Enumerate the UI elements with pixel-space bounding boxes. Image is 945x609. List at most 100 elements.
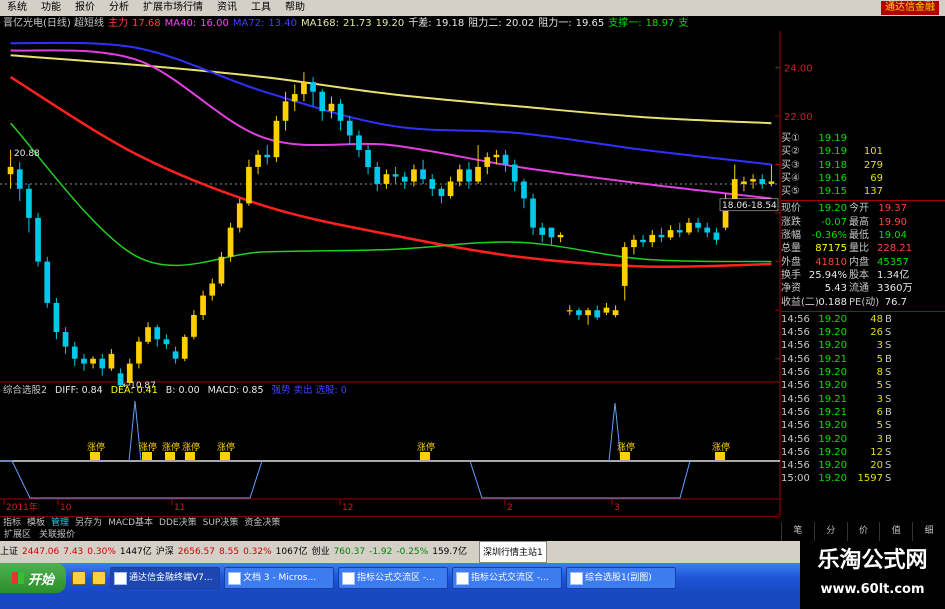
taskbar-bottom [0, 593, 800, 609]
stat-label: 现价 [781, 203, 801, 215]
tick-row: 14:56 19.20 48 B [781, 313, 945, 326]
tick-price: 19.20 [818, 327, 847, 339]
indicator-tab[interactable]: 管理 [48, 517, 72, 529]
stat-row: 净资 5.43 流通 3360万 [781, 282, 945, 295]
stat-row: 现价 19.20 今开 19.37 [781, 202, 945, 215]
taskbar-button[interactable]: 综合选股1(副图) [566, 567, 676, 589]
tick-volume: 5 [876, 380, 883, 392]
tick-time: 14:56 [781, 406, 810, 418]
stat-value: 87175 [815, 243, 847, 255]
extension-tab[interactable]: 扩展区 [0, 529, 35, 541]
indicator-tab[interactable]: 另存为 [72, 517, 105, 529]
candle [310, 82, 316, 92]
indicator-tab[interactable]: 资金决策 [241, 517, 283, 529]
taskbar-button[interactable]: 指标公式交流区 -... [338, 567, 448, 589]
stat-value: 5.43 [824, 283, 847, 295]
quick-launch-icon[interactable] [72, 571, 86, 585]
info-value: 13.40 [268, 18, 298, 29]
candle [319, 91, 326, 112]
indicator-tab[interactable]: DDE决策 [156, 517, 200, 529]
menu-item[interactable]: 分析 [102, 0, 136, 16]
menu-item[interactable]: 资讯 [210, 0, 244, 16]
menu-item[interactable]: 系统 [0, 0, 34, 16]
limit-up-label: 涨停 [162, 441, 180, 453]
stat-label: 最高 [849, 216, 869, 228]
stat-row: 收益(二) 0.188 PE(动) 76.7 [781, 296, 945, 309]
tick-side: S [885, 393, 892, 405]
info-value: MA72: [232, 18, 265, 29]
side-tab[interactable]: 细 [912, 522, 945, 541]
menu-item[interactable]: 报价 [68, 0, 102, 16]
tick-price: 19.21 [818, 393, 847, 405]
candle [401, 176, 408, 182]
candle [475, 166, 481, 182]
limit-up-label: 涨停 [87, 441, 105, 453]
limit-up-label: 涨停 [182, 441, 200, 453]
candle [713, 232, 720, 240]
indicator-value: 综合选股2 [3, 384, 47, 396]
side-tab[interactable]: 价 [846, 522, 880, 541]
tick-side: B [885, 433, 892, 445]
candle [209, 283, 216, 296]
candle [172, 351, 179, 359]
tick-side: S [885, 460, 892, 472]
candle [456, 169, 463, 182]
menu-item[interactable]: 工具 [244, 0, 278, 16]
indicator-tab[interactable]: 模板 [24, 517, 48, 529]
limit-up-label: 涨停 [712, 441, 730, 453]
tick-row: 14:56 19.20 3 B [781, 433, 945, 446]
limit-up-marker [185, 452, 195, 460]
candle [90, 358, 96, 364]
stat-row: 外盘 41810 内盘 45357 [781, 256, 945, 269]
tick-price: 19.21 [818, 353, 847, 365]
candle [585, 310, 591, 316]
bid-price: 19.18 [818, 159, 847, 171]
stat-value: 1.34亿 [877, 269, 910, 281]
stat-label: 最低 [849, 230, 869, 242]
stat-value: 41810 [815, 256, 847, 268]
candle [126, 363, 133, 383]
stat-value: 45357 [877, 256, 909, 268]
index-value: 1067亿 [275, 547, 308, 557]
taskbar-button[interactable]: 指标公式交流区 -... [452, 567, 562, 589]
menu-item[interactable]: 扩展市场行情 [136, 0, 210, 16]
limit-up-label: 涨停 [417, 441, 435, 453]
index-value: 创业 [311, 547, 330, 557]
candle [594, 310, 601, 318]
tick-row: 14:56 19.20 5 S [781, 379, 945, 392]
index-value: 沪深 [155, 547, 174, 557]
taskbar-button[interactable]: 文档 3 - Micros... [224, 567, 334, 589]
taskbar-button[interactable]: 通达信金融终端V7... [110, 567, 220, 589]
limit-up-label: 涨停 [139, 441, 157, 453]
bid-volume: 69 [870, 172, 883, 184]
candle [612, 310, 619, 316]
indicator-tab[interactable]: MACD基本 [105, 517, 156, 529]
extension-tab[interactable]: 关联报价 [35, 529, 79, 541]
stat-label: 收益(二) [781, 296, 819, 308]
y-tick-label: 22.00 [784, 112, 813, 123]
candle [346, 120, 353, 136]
side-tab[interactable]: 笔 [781, 522, 814, 541]
candle [640, 239, 646, 243]
candle [200, 295, 206, 315]
tick-time: 14:56 [781, 393, 810, 405]
stat-value: 0.188 [818, 296, 847, 308]
side-tab[interactable]: 分 [813, 522, 847, 541]
tick-price: 19.20 [818, 446, 847, 458]
tick-volume: 1597 [857, 473, 883, 485]
bid-volume: 279 [863, 159, 883, 171]
indicator-tab[interactable]: 指标 [0, 517, 24, 529]
start-button[interactable]: 开始 [0, 563, 66, 593]
menu-item[interactable]: 功能 [34, 0, 68, 16]
stat-label: 净资 [781, 283, 801, 295]
stat-value: 228.21 [877, 243, 912, 255]
stat-label: 量比 [849, 243, 869, 255]
indicator-tab[interactable]: SUP决策 [200, 517, 242, 529]
candle [438, 188, 445, 197]
candle [741, 181, 747, 184]
tick-side: S [885, 420, 892, 432]
side-tab[interactable]: 值 [879, 522, 912, 541]
quick-launch-icon[interactable] [92, 571, 106, 585]
server-status[interactable]: 深圳行情主站1 [478, 541, 547, 563]
menu-item[interactable]: 帮助 [278, 0, 312, 16]
